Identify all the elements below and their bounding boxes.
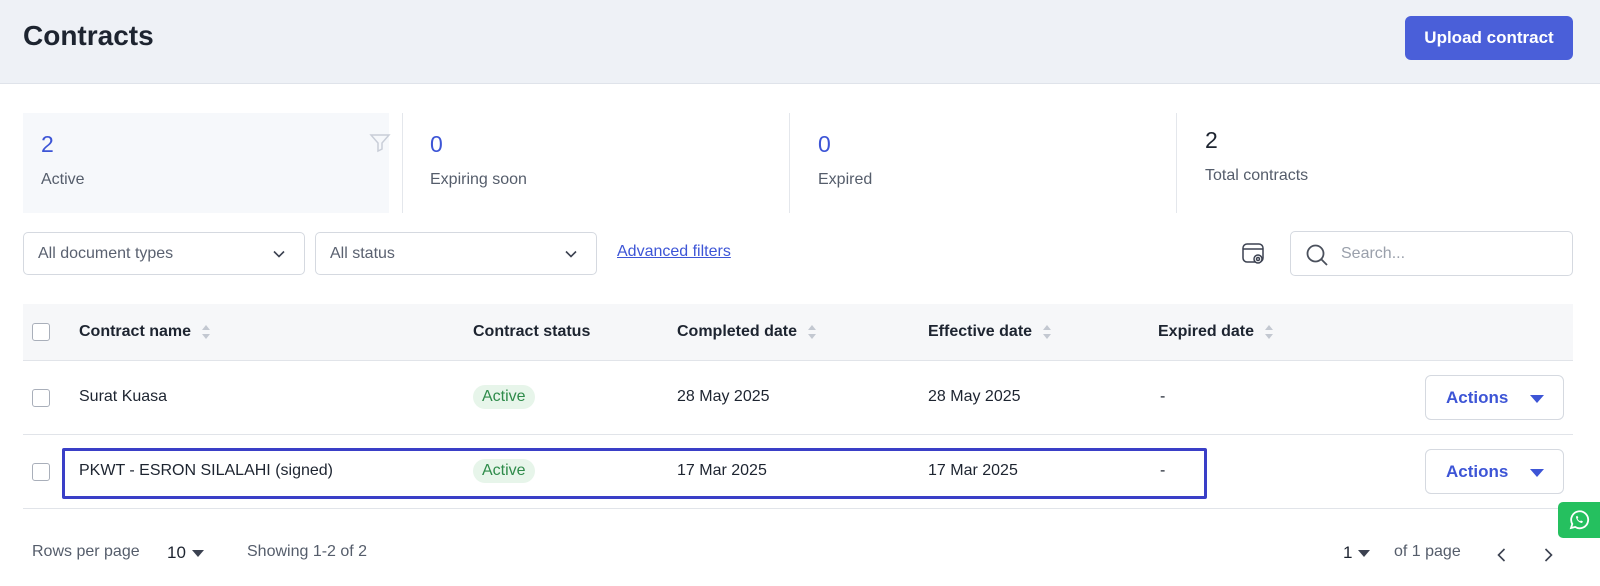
- chevron-down-icon: [565, 250, 577, 258]
- contract-name[interactable]: Surat Kuasa: [79, 388, 167, 406]
- caret-down-icon: [1358, 549, 1371, 557]
- status-badge: Active: [473, 459, 535, 483]
- actions-label: Actions: [1446, 388, 1509, 407]
- search-box[interactable]: [1290, 231, 1573, 276]
- search-icon: [1306, 244, 1328, 266]
- actions-button[interactable]: Actions: [1425, 449, 1564, 494]
- whatsapp-icon: [1569, 510, 1590, 530]
- stat-active-value: 2: [41, 131, 54, 157]
- showing-count: Showing 1-2 of 2: [247, 543, 368, 560]
- expired-date: -: [1160, 388, 1166, 405]
- actions-button[interactable]: Actions: [1425, 375, 1564, 420]
- status-badge: Active: [473, 385, 535, 409]
- expired-date: -: [1160, 462, 1166, 479]
- row-checkbox[interactable]: [32, 389, 50, 407]
- page-title: Contracts: [23, 20, 154, 51]
- table-row[interactable]: PKWT - ESRON SILALAHI (signed) Active 17…: [23, 435, 1573, 509]
- select-all-checkbox[interactable]: [32, 323, 50, 341]
- page-number-select[interactable]: 1: [1343, 543, 1371, 563]
- column-contract-name[interactable]: Contract name: [79, 323, 211, 341]
- caret-down-icon: [191, 549, 204, 557]
- column-contract-status: Contract status: [473, 323, 590, 341]
- document-type-select[interactable]: All document types: [23, 232, 305, 275]
- row-checkbox[interactable]: [32, 463, 50, 481]
- column-effective-date[interactable]: Effective date: [928, 323, 1052, 341]
- status-value: All status: [330, 245, 395, 262]
- stat-expiring-value: 0: [430, 131, 443, 157]
- stat-card-active[interactable]: 2 Active: [23, 113, 391, 213]
- column-label: Contract status: [473, 323, 591, 340]
- contract-name[interactable]: PKWT - ESRON SILALAHI (signed): [79, 462, 333, 480]
- effective-date: 17 Mar 2025: [928, 462, 1018, 479]
- caret-down-icon: [1530, 469, 1544, 477]
- completed-date: 28 May 2025: [677, 388, 770, 405]
- column-completed-date[interactable]: Completed date: [677, 323, 817, 341]
- stat-expired-value: 0: [818, 131, 831, 157]
- rows-per-page-value: 10: [167, 543, 186, 562]
- sort-icon: [1265, 325, 1274, 339]
- actions-label: Actions: [1446, 462, 1509, 481]
- effective-date: 28 May 2025: [928, 388, 1021, 405]
- column-label: Effective date: [928, 323, 1033, 340]
- stat-card-expired[interactable]: 0 Expired: [800, 113, 1160, 213]
- search-input[interactable]: [1341, 242, 1561, 266]
- stat-total-value: 2: [1205, 127, 1218, 153]
- column-label: Contract name: [79, 323, 192, 340]
- filter-icon: [369, 134, 391, 153]
- rows-per-page-select[interactable]: 10: [167, 543, 204, 563]
- column-label: Expired date: [1158, 323, 1255, 340]
- column-label: Completed date: [677, 323, 798, 340]
- table-header: Contract name Contract status Completed …: [23, 304, 1573, 361]
- page-header: Contracts Upload contract: [0, 0, 1600, 84]
- whatsapp-chat-button[interactable]: [1558, 502, 1600, 538]
- stat-divider: [402, 113, 403, 213]
- stat-total-label: Total contracts: [1205, 167, 1309, 184]
- upload-contract-button[interactable]: Upload contract: [1405, 16, 1573, 60]
- stat-expired-label: Expired: [818, 171, 873, 188]
- sort-icon: [202, 325, 211, 339]
- document-type-value: All document types: [38, 245, 174, 262]
- stat-card-expiring[interactable]: 0 Expiring soon: [412, 113, 772, 213]
- completed-date: 17 Mar 2025: [677, 462, 767, 479]
- stat-divider: [1176, 113, 1177, 213]
- current-page: 1: [1343, 543, 1353, 562]
- rows-per-page-label: Rows per page: [32, 543, 140, 560]
- stat-card-total: 2 Total contracts: [1187, 113, 1547, 213]
- page-count: of 1 page: [1394, 543, 1461, 560]
- chevron-right-icon[interactable]: [1538, 545, 1558, 565]
- stat-active-label: Active: [41, 171, 85, 188]
- chevron-left-icon[interactable]: [1492, 545, 1512, 565]
- stat-expiring-label: Expiring soon: [430, 171, 527, 188]
- table-row[interactable]: Surat Kuasa Active 28 May 2025 28 May 20…: [23, 361, 1573, 435]
- settings-icon[interactable]: [1240, 240, 1268, 268]
- caret-down-icon: [1530, 395, 1544, 403]
- sort-icon: [1043, 325, 1052, 339]
- sort-icon: [808, 325, 817, 339]
- stat-divider: [789, 113, 790, 213]
- advanced-filters-link[interactable]: Advanced filters: [617, 243, 731, 261]
- chevron-down-icon: [273, 250, 285, 258]
- column-expired-date[interactable]: Expired date: [1158, 323, 1274, 341]
- status-select[interactable]: All status: [315, 232, 597, 275]
